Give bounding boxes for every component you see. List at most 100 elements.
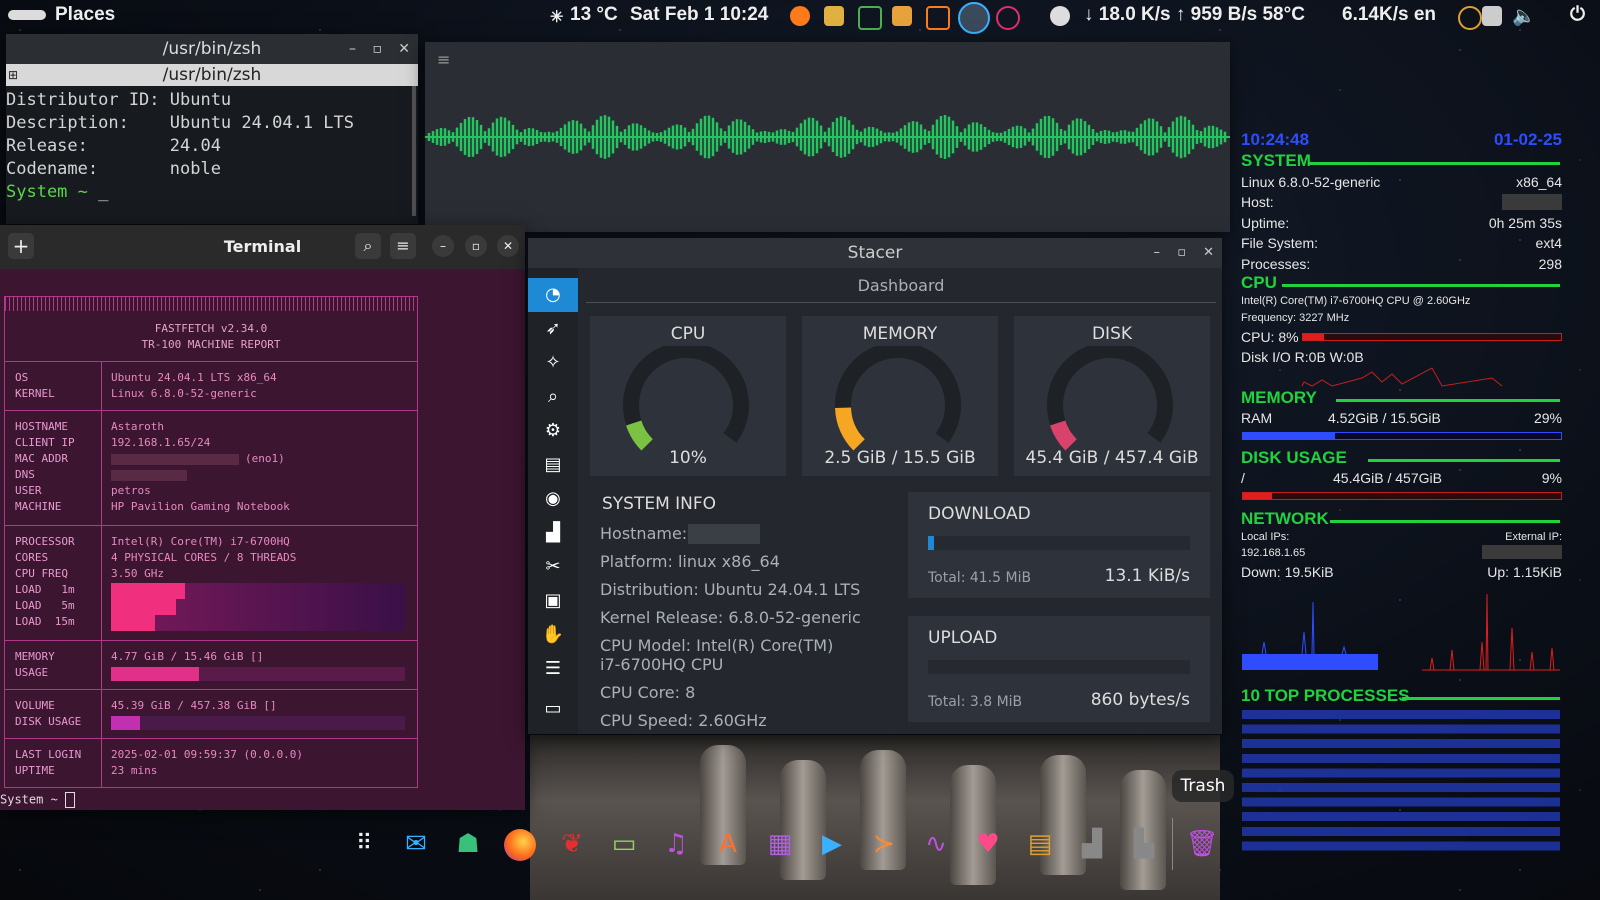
terminal-prompt: System ~ xyxy=(0,792,58,807)
feedback-icon[interactable]: ▭ xyxy=(528,692,578,726)
cpu-percent: CPU: 8% xyxy=(1241,329,1299,345)
zsh-window: /usr/bin/zsh – ▫ ✕ ⊞ /usr/bin/zsh Distri… xyxy=(6,34,418,224)
mail-icon[interactable]: ✉ xyxy=(396,824,436,864)
power-icon[interactable]: ⏻ xyxy=(1570,4,1585,26)
network-speed-2: 6.14K/s en xyxy=(1342,4,1436,25)
platform-info: Platform: linux x86_64 xyxy=(600,552,780,571)
cpu-heading: CPU xyxy=(1241,273,1277,292)
equalizer-icon[interactable]: ▟ xyxy=(1072,824,1112,864)
filesystem-label: File System: xyxy=(1241,235,1319,251)
search-icon[interactable]: ⌕ xyxy=(355,233,381,259)
activities-button[interactable] xyxy=(8,10,46,20)
cpu-bar-track xyxy=(1302,333,1562,341)
firefox-icon[interactable] xyxy=(500,824,540,864)
music-icon[interactable]: ♫ xyxy=(656,824,696,864)
fastfetch-report: FASTFETCH v2.34.0 TR-100 MACHINE REPORT … xyxy=(4,296,418,788)
machine-value: HP Pavilion Gaming Notebook xyxy=(111,500,290,513)
zsh-cursor[interactable]: _ xyxy=(98,182,108,202)
terminal-icon[interactable] xyxy=(926,6,950,30)
volume-icon[interactable]: 🔈 xyxy=(1512,4,1536,28)
files-icon[interactable]: ▭ xyxy=(604,824,644,864)
services-icon[interactable]: ⚙ xyxy=(528,414,578,448)
disk-gauge-card: DISK 45.4 GiB / 457.4 GiB xyxy=(1014,316,1210,476)
processes-icon[interactable]: ▤ xyxy=(528,448,578,482)
disk-percent: 9% xyxy=(1541,470,1562,486)
firefox-icon[interactable] xyxy=(790,6,810,26)
tab-grid-icon[interactable]: ⊞ xyxy=(8,64,18,86)
toolbox-icon[interactable]: ▦ xyxy=(760,824,800,864)
clock[interactable]: Sat Feb 1 10:24 xyxy=(630,4,768,26)
close-icon[interactable]: ✕ xyxy=(497,235,519,257)
microphone-muted-icon[interactable] xyxy=(1458,6,1482,30)
minimize-icon[interactable]: – xyxy=(349,34,356,64)
system-cleaner-icon[interactable]: ✧ xyxy=(528,346,578,380)
apt-repository-icon[interactable]: ▣ xyxy=(528,584,578,618)
load-15m-bar xyxy=(111,615,156,631)
zsh-scrollbar[interactable] xyxy=(412,86,416,216)
places-menu[interactable]: Places xyxy=(55,4,115,26)
close-icon[interactable]: ✕ xyxy=(398,34,410,64)
audio-waveform xyxy=(425,115,1230,159)
trash-icon[interactable]: 🗑 xyxy=(1182,824,1222,864)
minimize-icon[interactable]: – xyxy=(1154,238,1161,268)
weather-indicator[interactable]: 13 °C xyxy=(570,4,618,26)
terminal-prompt-line[interactable]: System ~ xyxy=(0,792,76,808)
camera-icon[interactable] xyxy=(824,6,844,26)
zsh-tab[interactable]: ⊞ /usr/bin/zsh xyxy=(6,64,418,86)
close-icon[interactable]: ✕ xyxy=(1203,238,1214,268)
terminal-icon[interactable]: ≻ xyxy=(864,824,904,864)
code-terminal-icon[interactable]: ▶ xyxy=(812,824,852,864)
memory-bar-fill xyxy=(111,667,200,681)
gauge-icon[interactable] xyxy=(1050,6,1070,26)
screen-icon[interactable] xyxy=(1482,6,1502,26)
maximize-icon[interactable]: ▫ xyxy=(465,235,487,257)
startup-apps-icon[interactable]: ➶ xyxy=(528,312,578,346)
memory-label: MEMORY xyxy=(15,650,55,663)
cpu-title: CPU xyxy=(670,324,706,344)
heart-app-icon[interactable]: ♥ xyxy=(968,824,1008,864)
helpers-icon[interactable]: ✂ xyxy=(528,550,578,584)
gnome-settings-icon[interactable]: ✋ xyxy=(528,618,578,652)
top-processes-heading: 10 TOP PROCESSES xyxy=(1241,686,1410,705)
speedometer-icon[interactable] xyxy=(996,6,1020,30)
hardware-monitor-icon[interactable]: ▤ xyxy=(1020,824,1060,864)
system-monitor-icon[interactable]: ∿ xyxy=(916,824,956,864)
mac-interface: (eno1) xyxy=(245,452,285,465)
hostname-value: Astaroth xyxy=(111,420,164,433)
user-label: USER xyxy=(15,484,42,497)
resources-icon[interactable]: ▟ xyxy=(528,516,578,550)
top-processes-list xyxy=(1242,710,1560,856)
stacer-titlebar[interactable]: Stacer – ▫ ✕ xyxy=(528,238,1222,268)
maximize-icon[interactable]: ▫ xyxy=(373,34,383,64)
contacts-icon[interactable]: ☗ xyxy=(448,824,488,864)
zsh-line: Distributor ID: Ubuntu xyxy=(6,90,232,110)
hamburger-menu-icon[interactable]: ≡ xyxy=(390,233,416,259)
monitor-icon[interactable] xyxy=(892,6,912,26)
zsh-tab-title: /usr/bin/zsh xyxy=(162,65,262,85)
minimize-icon[interactable]: – xyxy=(432,235,454,257)
cpu-history-graph xyxy=(1301,367,1503,387)
terminal-headerbar[interactable]: + Terminal ⌕ ≡ – ▫ ✕ xyxy=(0,225,525,269)
audio-visualizer-icon[interactable]: ▙ xyxy=(1124,824,1164,864)
search-icon[interactable]: ⌕ xyxy=(528,380,578,414)
software-center-icon[interactable]: A xyxy=(708,824,748,864)
settings-sliders-icon[interactable]: ☰ xyxy=(528,652,578,686)
system-info-title: SYSTEM INFO xyxy=(602,494,717,514)
strawberry-icon[interactable]: ❦ xyxy=(552,824,592,864)
load-5m-label: LOAD 5m xyxy=(15,599,75,612)
dashboard-icon[interactable]: ◔ xyxy=(528,278,578,312)
zsh-titlebar[interactable]: /usr/bin/zsh – ▫ ✕ xyxy=(6,34,418,64)
disk-bar-fill xyxy=(1243,493,1272,499)
zsh-window-title: /usr/bin/zsh xyxy=(162,39,262,59)
fastfetch-section-login: LAST LOGIN UPTIME 2025-02-01 09:59:37 (0… xyxy=(5,738,417,787)
code-terminal-icon[interactable] xyxy=(958,2,990,34)
maximize-icon[interactable]: ▫ xyxy=(1177,238,1186,268)
upload-title: UPLOAD xyxy=(928,628,998,648)
load-15m-label: LOAD 15m xyxy=(15,615,75,628)
conky-widget: 10:24:48 01-02-25 SYSTEM Linux 6.8.0-52-… xyxy=(1238,130,1600,900)
uninstaller-icon[interactable]: ◉ xyxy=(528,482,578,516)
kernel-info: Kernel Release: 6.8.0-52-generic xyxy=(600,608,861,627)
folder-icon[interactable] xyxy=(858,6,882,30)
cpu-bar-fill xyxy=(1303,334,1324,340)
app-grid-icon[interactable]: ⠿ xyxy=(344,824,384,864)
